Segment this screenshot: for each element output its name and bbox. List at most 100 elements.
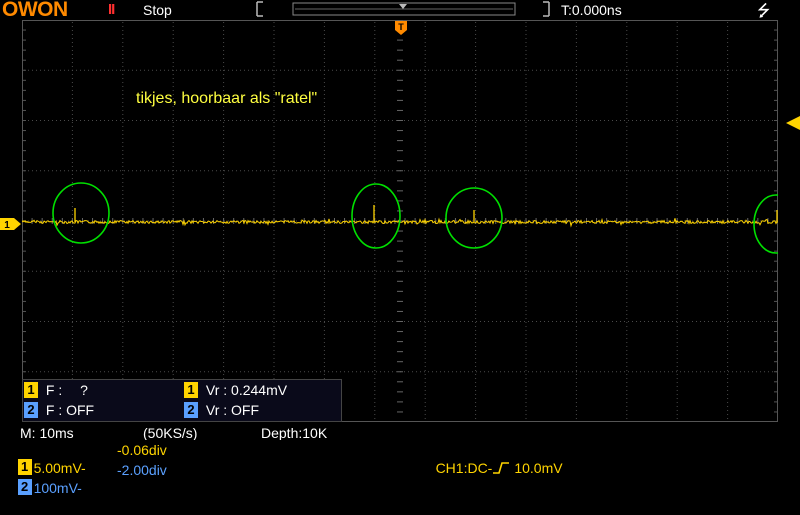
grid-dot [727,270,729,271]
grid-dot [636,371,637,373]
grid-dot [32,69,33,71]
grid-dot [323,110,325,111]
grid-dot [323,22,325,23]
grid-dot [223,314,225,315]
waveform-display[interactable] [22,20,778,422]
grid-dot [172,142,174,143]
grid-dot [727,322,729,323]
grid-dot [260,120,261,121]
grid-dot [122,178,124,179]
grid-dot [104,321,105,322]
grid-dot [374,226,376,227]
ch2-info[interactable]: 2 100mV- [2,461,82,515]
grid-dot [172,122,174,123]
grid-dot [288,170,289,172]
grid-dot [676,346,678,347]
grid-dot [374,262,376,263]
grid-dot [626,202,628,203]
grid-dot [676,330,678,331]
grid-dot [223,274,225,275]
trigger-info[interactable]: CH1:DC- 10.0mV [420,441,563,495]
grid-dot [122,354,124,355]
grid-dot [88,170,89,172]
grid-dot [672,220,673,222]
grid-dot [727,302,729,303]
grid-dot [727,78,729,79]
grid-dot [424,290,426,291]
grid-dot [696,120,697,121]
trigger-level-icon[interactable] [784,116,800,130]
grid-dot [188,371,189,373]
grid-dot [192,120,193,121]
grid-dot [424,120,425,121]
grid-dot [374,130,376,131]
grid-dot [84,120,85,121]
grid-dot [475,210,477,211]
grid-dot [71,302,73,303]
grid-dot [472,270,473,272]
pause-icon[interactable]: II [108,1,115,18]
grid-dot [584,120,585,121]
grid-dot [72,120,73,121]
highlight-circle [52,182,110,244]
grid-dot [575,194,577,195]
grid-dot [374,182,376,183]
grid-dot [273,366,275,367]
grid-dot [656,170,657,172]
grid-dot [71,74,73,75]
grid-dot [64,371,65,373]
grid-dot [144,170,145,172]
grid-dot [532,321,533,322]
grid-dot [727,86,729,87]
grid-dot [475,194,477,195]
grid-dot [308,170,309,172]
grid-dot [160,170,161,172]
grid-dot [676,322,678,323]
grid-dot [460,270,461,272]
grid-dot [122,258,124,259]
grid-dot [475,122,477,123]
grid-dot [273,30,275,31]
trigger-position-icon[interactable]: T [394,20,408,36]
grid-dot [624,120,625,121]
grid-dot [492,270,493,272]
grid-dot [172,62,174,63]
ch1-ground-marker[interactable]: 1 [0,217,22,231]
grid-dot [204,321,205,322]
grid-dot [244,69,245,71]
grid-dot [172,26,174,27]
grid-dot [323,190,325,191]
grid-dot [71,162,73,163]
grid-dot [484,170,485,172]
grid-dot [296,170,297,172]
grid-dot [36,371,37,373]
grid-dot [664,120,665,121]
grid-dot [223,318,225,319]
grid-dot [273,46,275,47]
grid-dot [727,26,729,27]
grid-dot [424,42,426,43]
grid-dot [368,69,369,71]
grid-dot [132,270,133,272]
grid-dot [204,270,205,272]
grid-dot [475,290,477,291]
grid-dot [640,321,641,322]
grid-dot [475,298,477,299]
grid-dot [104,371,105,373]
grid-dot [273,130,275,131]
grid-dot [688,69,689,71]
measurement-panel: 1 F : ? 2 F : OFF 1 Vr : 0.244mV 2 Vr : … [22,379,342,422]
memory-position-bar[interactable] [255,0,551,18]
grid-dot [408,170,409,172]
grid-dot [525,282,527,283]
grid-dot [223,110,225,111]
grid-dot [756,120,757,121]
grid-dot [575,394,577,395]
grid-dot [172,234,174,235]
grid-dot [756,69,757,71]
grid-dot [392,69,393,71]
grid-dot [96,120,97,121]
grid-dot [727,178,729,179]
grid-dot [172,374,174,375]
grid-dot [273,186,275,187]
